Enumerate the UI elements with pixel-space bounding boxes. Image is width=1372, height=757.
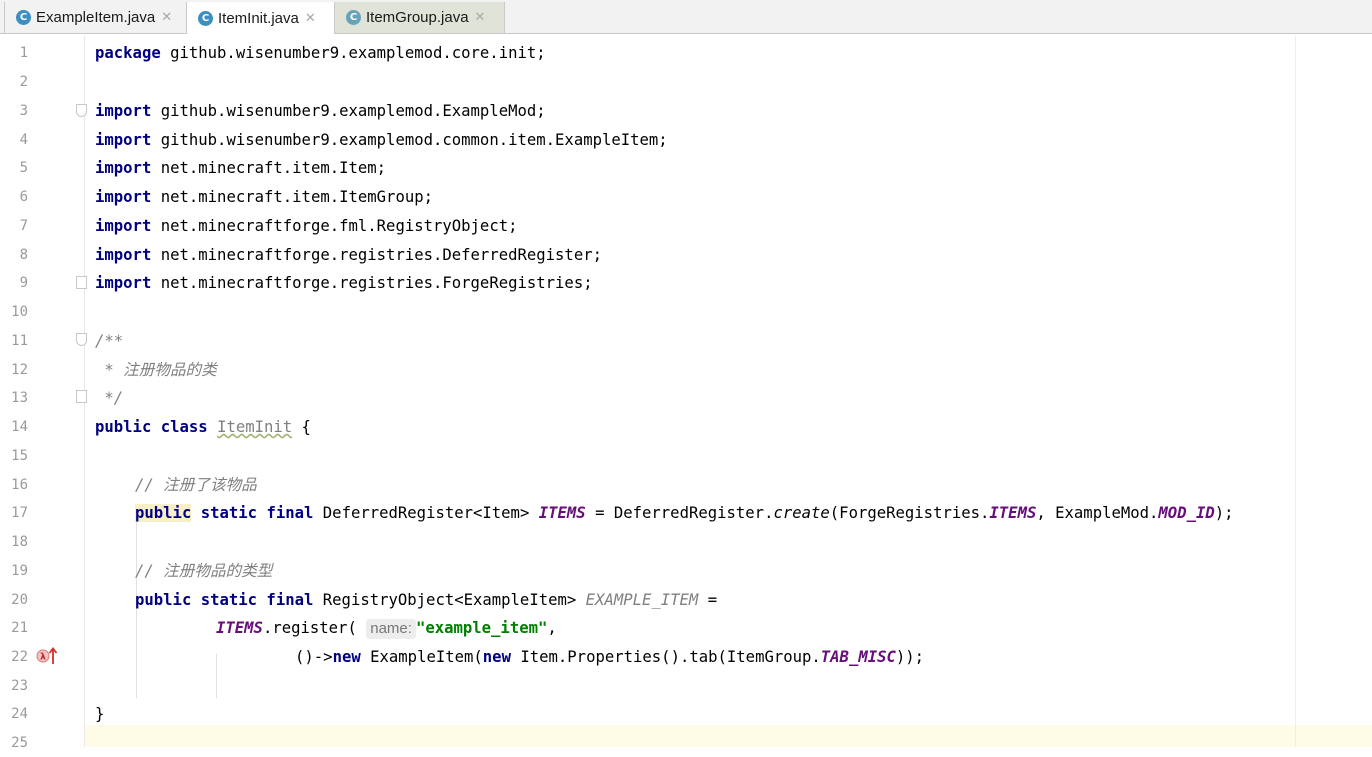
tab-iteminit-java[interactable]: C ItemInit.java ✕ bbox=[187, 2, 335, 34]
line-number: 15 bbox=[11, 448, 28, 464]
fold-toggle[interactable] bbox=[76, 390, 87, 403]
code-line-8: import net.minecraftforge.registries.Def… bbox=[95, 246, 602, 264]
code-line-17: public static final DeferredRegister<Ite… bbox=[135, 504, 1234, 522]
code-line-5: import net.minecraft.item.Item; bbox=[95, 159, 387, 177]
line-number: 17 bbox=[11, 505, 28, 521]
code-line-22: ()->new ExampleItem(new Item.Properties(… bbox=[295, 648, 925, 666]
line-number: 7 bbox=[19, 218, 28, 234]
line-number: 18 bbox=[11, 534, 28, 550]
line-number: 3 bbox=[19, 103, 28, 119]
class-icon: C bbox=[198, 10, 213, 26]
class-icon: C bbox=[346, 10, 361, 25]
close-icon[interactable]: ✕ bbox=[161, 10, 172, 25]
code-line-6: import net.minecraft.item.ItemGroup; bbox=[95, 188, 433, 206]
line-number: 24 bbox=[11, 706, 28, 722]
indent-guide bbox=[216, 654, 217, 698]
code-editor[interactable]: 1 2 3 4 5 6 7 8 9 10 11 12 13 14 15 16 17 18 19 20 21 22 23 24 2… bbox=[0, 36, 1372, 751]
code-line-20: public static final RegistryObject<Examp… bbox=[135, 591, 718, 609]
line-number: 2 bbox=[19, 74, 28, 90]
close-icon[interactable]: ✕ bbox=[475, 10, 486, 25]
current-line-highlight bbox=[0, 725, 1372, 747]
tab-label: ExampleItem.java bbox=[36, 9, 156, 26]
code-line-19: // 注册物品的类型 bbox=[135, 562, 273, 580]
fold-toggle[interactable] bbox=[76, 104, 87, 117]
code-line-3: import github.wisenumber9.examplemod.Exa… bbox=[95, 102, 546, 120]
line-number: 11 bbox=[11, 333, 28, 349]
lambda-override-icon[interactable]: λ bbox=[36, 645, 58, 667]
tab-exampleitem-java[interactable]: C ExampleItem.java ✕ bbox=[4, 2, 187, 33]
line-number: 19 bbox=[11, 563, 28, 579]
fold-toggle[interactable] bbox=[76, 276, 87, 289]
line-number: 10 bbox=[11, 304, 28, 320]
code-line-16: // 注册了该物品 bbox=[135, 476, 257, 494]
tab-label: ItemGroup.java bbox=[366, 9, 469, 26]
tab-label: ItemInit.java bbox=[218, 9, 299, 27]
line-number: 22 bbox=[11, 649, 28, 665]
line-number: 14 bbox=[11, 419, 28, 435]
line-number: 13 bbox=[11, 390, 28, 406]
line-number: 8 bbox=[19, 247, 28, 263]
line-number: 21 bbox=[11, 620, 28, 636]
code-line-11: /** bbox=[95, 332, 124, 350]
code-line-24: } bbox=[95, 705, 105, 723]
parameter-hint: name: bbox=[366, 619, 416, 639]
svg-text:λ: λ bbox=[40, 653, 46, 663]
line-number: 20 bbox=[11, 592, 28, 608]
line-number: 9 bbox=[19, 275, 28, 291]
line-number: 6 bbox=[19, 189, 28, 205]
line-number: 12 bbox=[11, 362, 28, 378]
close-icon[interactable]: ✕ bbox=[305, 11, 316, 26]
line-number: 4 bbox=[19, 132, 28, 148]
code-line-9: import net.minecraftforge.registries.For… bbox=[95, 274, 593, 292]
fold-toggle[interactable] bbox=[76, 333, 87, 346]
class-icon: C bbox=[16, 10, 31, 25]
code-line-13: */ bbox=[95, 389, 124, 407]
code-line-4: import github.wisenumber9.examplemod.com… bbox=[95, 131, 668, 149]
code-line-1: package github.wisenumber9.examplemod.co… bbox=[95, 44, 546, 62]
line-number: 23 bbox=[11, 678, 28, 694]
line-number: 16 bbox=[11, 477, 28, 493]
code-line-14: public class ItemInit { bbox=[95, 418, 311, 436]
line-number: 5 bbox=[19, 160, 28, 176]
tab-itemgroup-java[interactable]: C ItemGroup.java ✕ bbox=[335, 2, 505, 33]
code-line-12: * 注册物品的类 bbox=[95, 361, 217, 379]
line-number: 1 bbox=[19, 45, 28, 61]
right-margin-guide bbox=[1295, 36, 1296, 747]
line-number: 25 bbox=[11, 735, 28, 751]
code-line-21: ITEMS.register( name: "example_item", bbox=[216, 619, 557, 639]
code-line-7: import net.minecraftforge.fml.RegistryOb… bbox=[95, 217, 518, 235]
editor-tab-bar: C ExampleItem.java ✕ C ItemInit.java ✕ C… bbox=[0, 0, 1372, 34]
